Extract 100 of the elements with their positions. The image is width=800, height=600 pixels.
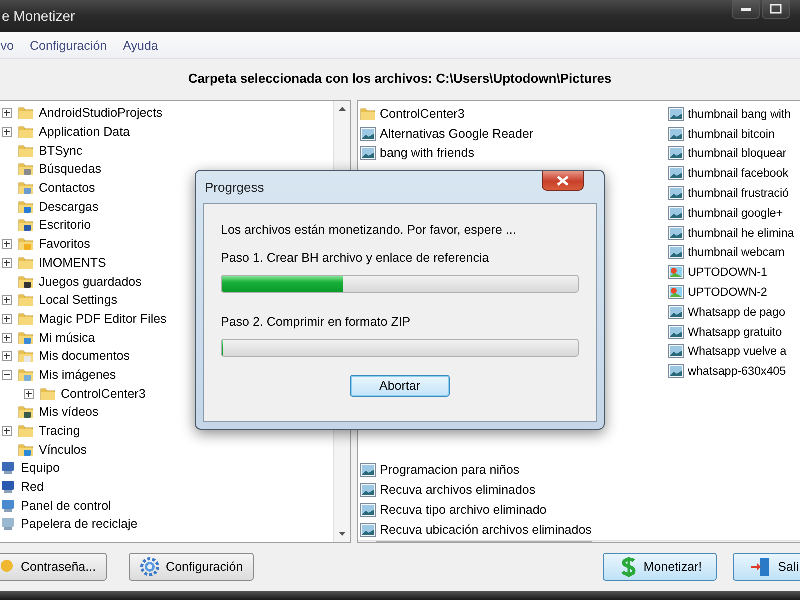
search-folder-icon (18, 161, 34, 178)
tree-item[interactable]: Juegos guardados (39, 274, 142, 289)
file-item[interactable]: thumbnail google+ (688, 206, 784, 220)
image-file-icon (668, 224, 684, 241)
contacts-folder-icon (18, 180, 34, 196)
image-file-icon (668, 126, 684, 142)
pictures-folder-icon (18, 366, 34, 383)
tree-item[interactable]: AndroidStudioProjects (39, 106, 163, 120)
file-item[interactable]: thumbnail facebook (688, 166, 789, 180)
image-file-icon (668, 165, 684, 182)
expand-icon[interactable] (2, 426, 12, 436)
close-icon (557, 176, 569, 186)
tree-item[interactable]: Panel de control (21, 498, 112, 513)
expand-icon[interactable] (2, 314, 12, 324)
folder-icon (40, 386, 56, 402)
file-item[interactable]: thumbnail frustració (688, 186, 789, 200)
image-file-icon (360, 126, 376, 142)
tree-item[interactable]: Local Settings (39, 293, 118, 308)
image-file-icon (360, 502, 376, 518)
file-item[interactable]: Whatsapp gratuito (688, 324, 782, 339)
menu-item[interactable]: Configuración (30, 39, 108, 53)
folder-icon (18, 105, 34, 122)
expand-icon[interactable] (24, 388, 34, 399)
close-button[interactable] (542, 171, 584, 191)
image-file-icon (668, 204, 684, 221)
expand-icon[interactable] (2, 351, 12, 362)
exit-button[interactable]: Sali (733, 553, 800, 581)
image-file-icon (668, 284, 684, 300)
file-item[interactable]: Recuva tipo archivo eliminado (380, 502, 547, 517)
dollar-button[interactable]: Monetizar! (602, 553, 718, 581)
music-folder-icon (18, 330, 34, 346)
file-item[interactable]: Recuva archivos eliminados (380, 483, 536, 498)
folder-icon (18, 254, 34, 271)
file-item[interactable]: Alternativas Google Reader (380, 126, 534, 141)
file-item[interactable]: whatsapp-630x405 (688, 364, 786, 378)
tree-item[interactable]: Búsquedas (39, 162, 102, 176)
file-item[interactable]: UPTODOWN-2 (688, 285, 768, 300)
tree-item[interactable]: Mi música (39, 330, 96, 345)
folder-icon (18, 423, 34, 440)
settings-button[interactable]: Configuración (129, 553, 254, 581)
image-file-icon (360, 145, 376, 162)
tree-item[interactable]: Vínculos (39, 442, 87, 457)
image-file-icon (668, 244, 684, 260)
menu-item[interactable]: ivo (0, 39, 14, 53)
file-item[interactable]: Whatsapp de pago (688, 304, 786, 319)
image-file-icon (360, 462, 376, 478)
image-file-icon (360, 522, 376, 538)
tree-item[interactable]: Magic PDF Editor Files (39, 312, 167, 326)
file-item[interactable]: thumbnail he elimina (688, 226, 794, 240)
file-item[interactable]: ControlCenter3 (380, 106, 465, 121)
expand-icon[interactable] (2, 108, 12, 118)
tree-item[interactable]: Mis vídeos (39, 405, 99, 420)
minimize-button[interactable] (732, 0, 760, 19)
file-item[interactable]: thumbnail webcam (688, 245, 785, 260)
tree-item[interactable]: Mis documentos (39, 349, 130, 364)
image-file-icon (668, 185, 684, 202)
tree-item[interactable]: Favoritos (39, 237, 90, 252)
tree-item[interactable]: Mis imágenes (39, 368, 116, 382)
games-folder-icon (18, 274, 34, 290)
tree-item[interactable]: Equipo (21, 461, 60, 476)
tree-item[interactable]: BTSync (39, 144, 83, 158)
file-item[interactable]: thumbnail bloquear (688, 146, 787, 160)
expand-icon[interactable] (2, 332, 12, 343)
links-folder-icon (18, 442, 34, 458)
file-item[interactable]: thumbnail bitcoin (688, 126, 775, 141)
expand-icon[interactable] (2, 239, 12, 250)
image-file-icon (668, 304, 684, 320)
tree-item[interactable]: IMOMENTS (39, 256, 106, 270)
folder-icon (360, 106, 376, 122)
abort-button[interactable]: Abortar (350, 375, 450, 397)
expand-icon[interactable] (2, 258, 12, 268)
tree-item[interactable]: Papelera de reciclaje (21, 517, 138, 532)
step-label: Paso 1. Crear BH archivo y enlace de referencia (221, 251, 490, 265)
maximize-icon (770, 4, 782, 14)
download-folder-icon (18, 198, 34, 215)
dialog-title: Progrgess (204, 179, 264, 195)
file-item[interactable]: Whatsapp vuelve a (688, 344, 787, 358)
key-button[interactable]: Contraseña... (0, 553, 108, 581)
maximize-button[interactable] (762, 0, 790, 19)
tree-item[interactable]: ControlCenter3 (61, 386, 146, 401)
tree-item[interactable]: Escritorio (39, 218, 92, 232)
expand-icon[interactable] (2, 295, 12, 306)
progress-message: Los archivos están monetizando. Por favor, espere ... (221, 223, 518, 237)
tree-item[interactable]: Contactos (39, 181, 96, 196)
tree-item[interactable]: Application Data (39, 125, 130, 140)
down-arrow-icon[interactable] (338, 532, 346, 536)
file-item[interactable]: Recuva ubicación archivos eliminados (380, 522, 592, 537)
menu-item[interactable]: Ayuda (123, 39, 158, 53)
tree-item[interactable]: Descargas (39, 200, 99, 214)
file-item[interactable]: bang with friends (380, 146, 475, 160)
up-arrow-icon[interactable] (338, 107, 346, 111)
collapse-icon[interactable] (2, 370, 12, 380)
image-file-icon (668, 145, 684, 162)
file-item[interactable]: Programacion para niños (380, 463, 520, 478)
folder-icon (18, 124, 34, 140)
expand-icon[interactable] (2, 127, 12, 138)
tree-item[interactable]: Red (21, 480, 44, 494)
tree-item[interactable]: Tracing (39, 424, 80, 438)
file-item[interactable]: thumbnail bang with (688, 106, 792, 121)
file-item[interactable]: UPTODOWN-1 (688, 265, 768, 280)
